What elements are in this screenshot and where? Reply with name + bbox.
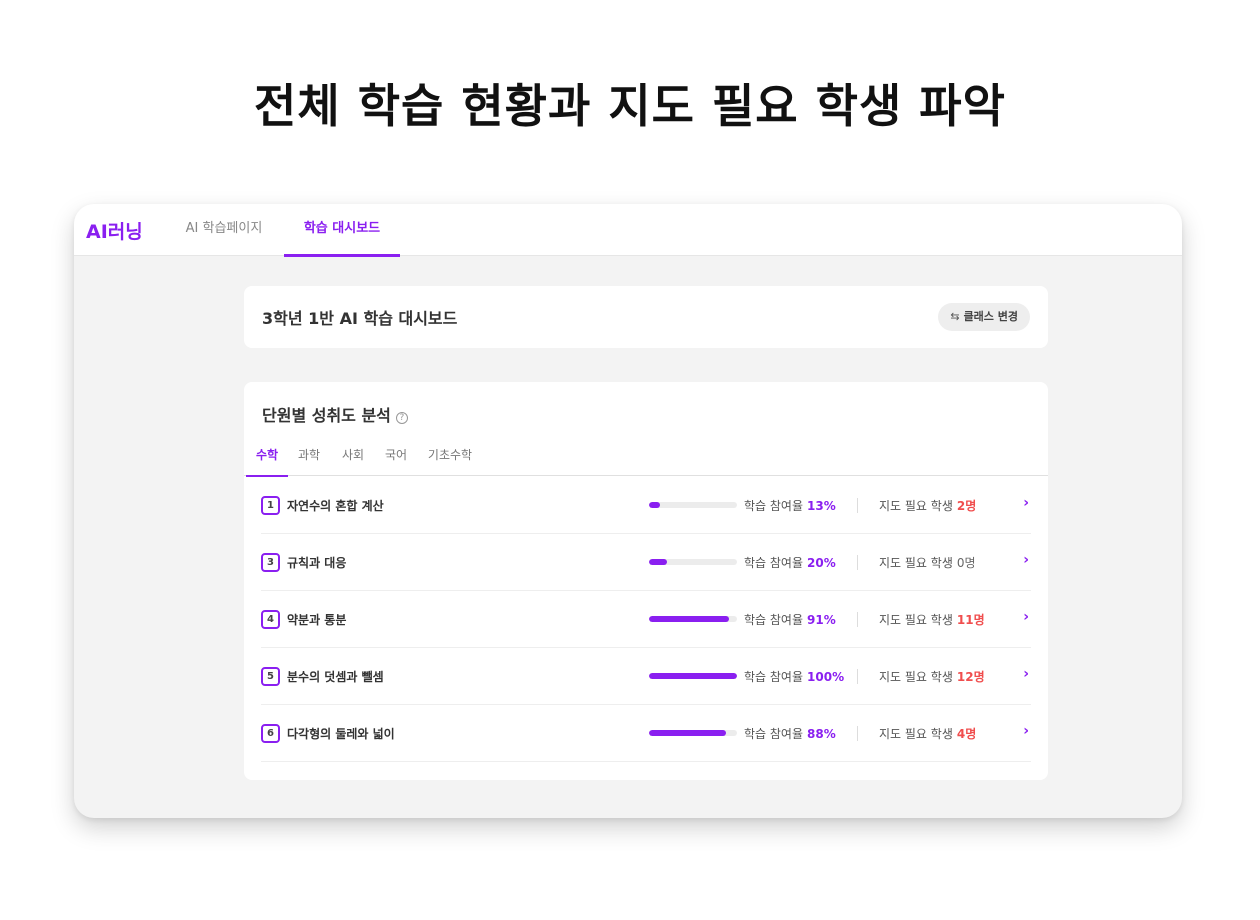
row-divider	[857, 612, 858, 627]
chevron-right-icon[interactable]: ›	[1023, 666, 1029, 682]
unit-row[interactable]: 1 자연수의 혼합 계산 학습 참여율 13% 지도 필요 학생 2명 ›	[261, 477, 1031, 534]
unit-number-badge: 3	[261, 553, 280, 572]
need-text: 지도 필요 학생 4명	[879, 725, 976, 742]
participation-label: 학습 참여율	[744, 613, 804, 627]
need-count: 11명	[956, 613, 985, 627]
participation-bar	[649, 673, 737, 679]
subject-tab-science[interactable]: 과학	[290, 438, 328, 476]
participation-percent: 91%	[807, 613, 836, 627]
app-window: AI러닝 AI 학습페이지 학습 대시보드 3학년 1반 AI 학습 대시보드 …	[74, 204, 1182, 818]
need-count: 12명	[956, 670, 985, 684]
participation-bar	[649, 559, 737, 565]
unit-name: 약분과 통분	[287, 613, 347, 627]
participation-bar	[649, 502, 737, 508]
participation-label: 학습 참여율	[744, 499, 804, 513]
need-label: 지도 필요 학생	[879, 556, 953, 570]
need-text: 지도 필요 학생 11명	[879, 611, 985, 628]
need-label: 지도 필요 학생	[879, 727, 953, 741]
participation-label: 학습 참여율	[744, 670, 804, 684]
need-text: 지도 필요 학생 12명	[879, 668, 985, 685]
participation-bar	[649, 616, 737, 622]
class-change-label: 클래스 변경	[963, 310, 1018, 323]
subject-tab-math[interactable]: 수학	[246, 438, 288, 477]
chevron-right-icon[interactable]: ›	[1023, 495, 1029, 511]
need-label: 지도 필요 학생	[879, 670, 953, 684]
need-label: 지도 필요 학생	[879, 613, 953, 627]
unit-number-badge: 5	[261, 667, 280, 686]
unit-list: 1 자연수의 혼합 계산 학습 참여율 13% 지도 필요 학생 2명 › 3 규칙…	[261, 477, 1031, 762]
participation-bar-fill	[649, 559, 667, 565]
analysis-card: 단원별 성취도 분석? 수학 과학 사회 국어 기초수학 1 자연수의 혼합 계…	[244, 382, 1048, 780]
section-title: 단원별 성취도 분석?	[262, 402, 408, 426]
unit-row[interactable]: 5 분수의 덧셈과 뺄셈 학습 참여율 100% 지도 필요 학생 12명 ›	[261, 648, 1031, 705]
need-text: 지도 필요 학생 2명	[879, 497, 976, 514]
subject-tab-basic-math[interactable]: 기초수학	[422, 438, 478, 476]
need-count: 4명	[956, 727, 977, 741]
row-divider	[857, 555, 858, 570]
participation-label: 학습 참여율	[744, 556, 804, 570]
chevron-right-icon[interactable]: ›	[1023, 609, 1029, 625]
unit-row[interactable]: 6 다각형의 둘레와 넓이 학습 참여율 88% 지도 필요 학생 4명 ›	[261, 705, 1031, 762]
headline: 전체 학습 현황과 지도 필요 학생 파악	[254, 79, 1006, 133]
swap-arrows-icon: ⇆	[950, 310, 960, 323]
tab-learning-dashboard[interactable]: 학습 대시보드	[284, 204, 400, 257]
row-divider	[857, 726, 858, 741]
participation-bar-fill	[649, 502, 661, 508]
participation-percent: 100%	[807, 670, 845, 684]
subject-tabs: 수학 과학 사회 국어 기초수학	[244, 438, 1048, 477]
need-count: 0명	[956, 556, 976, 570]
page: 전체 학습 현황과 지도 필요 학생 파악 AI러닝 AI 학습페이지 학습 대…	[0, 0, 1260, 920]
section-title-text: 단원별 성취도 분석	[262, 406, 391, 425]
unit-name: 규칙과 대응	[287, 556, 347, 570]
participation-text: 학습 참여율 20%	[744, 554, 836, 571]
participation-bar-fill	[649, 616, 730, 622]
participation-text: 학습 참여율 13%	[744, 497, 836, 514]
participation-bar-fill	[649, 673, 737, 679]
participation-percent: 13%	[807, 499, 836, 513]
unit-row[interactable]: 3 규칙과 대응 학습 참여율 20% 지도 필요 학생 0명 ›	[261, 534, 1031, 591]
subject-tab-korean[interactable]: 국어	[377, 438, 415, 476]
unit-row[interactable]: 4 약분과 통분 학습 참여율 91% 지도 필요 학생 11명 ›	[261, 591, 1031, 648]
logo[interactable]: AI러닝	[86, 217, 143, 244]
question-circle-icon[interactable]: ?	[395, 412, 408, 424]
participation-text: 학습 참여율 88%	[744, 725, 836, 742]
row-divider	[857, 498, 858, 513]
chevron-right-icon[interactable]: ›	[1023, 723, 1029, 739]
class-change-button[interactable]: ⇆ 클래스 변경	[938, 303, 1030, 331]
participation-bar	[649, 730, 737, 736]
tab-ai-learning-page[interactable]: AI 학습페이지	[174, 204, 274, 256]
need-label: 지도 필요 학생	[879, 499, 953, 513]
unit-name: 자연수의 혼합 계산	[287, 499, 384, 513]
participation-percent: 88%	[807, 727, 836, 741]
unit-number-badge: 4	[261, 610, 280, 629]
unit-number-badge: 1	[261, 496, 280, 515]
subject-tab-social[interactable]: 사회	[334, 438, 372, 476]
need-text: 지도 필요 학생 0명	[879, 554, 976, 571]
participation-label: 학습 참여율	[744, 727, 804, 741]
participation-text: 학습 참여율 91%	[744, 611, 836, 628]
chevron-right-icon[interactable]: ›	[1023, 552, 1029, 568]
dashboard-title: 3학년 1반 AI 학습 대시보드	[262, 309, 458, 328]
class-card: 3학년 1반 AI 학습 대시보드 ⇆ 클래스 변경	[244, 286, 1048, 348]
participation-text: 학습 참여율 100%	[744, 668, 844, 685]
participation-bar-fill	[649, 730, 727, 736]
top-nav: AI러닝 AI 학습페이지 학습 대시보드	[74, 204, 1182, 257]
row-divider	[857, 669, 858, 684]
unit-number-badge: 6	[261, 724, 280, 743]
unit-name: 분수의 덧셈과 뺄셈	[287, 670, 384, 684]
participation-percent: 20%	[807, 556, 836, 570]
need-count: 2명	[956, 499, 977, 513]
unit-name: 다각형의 둘레와 넓이	[287, 727, 395, 741]
